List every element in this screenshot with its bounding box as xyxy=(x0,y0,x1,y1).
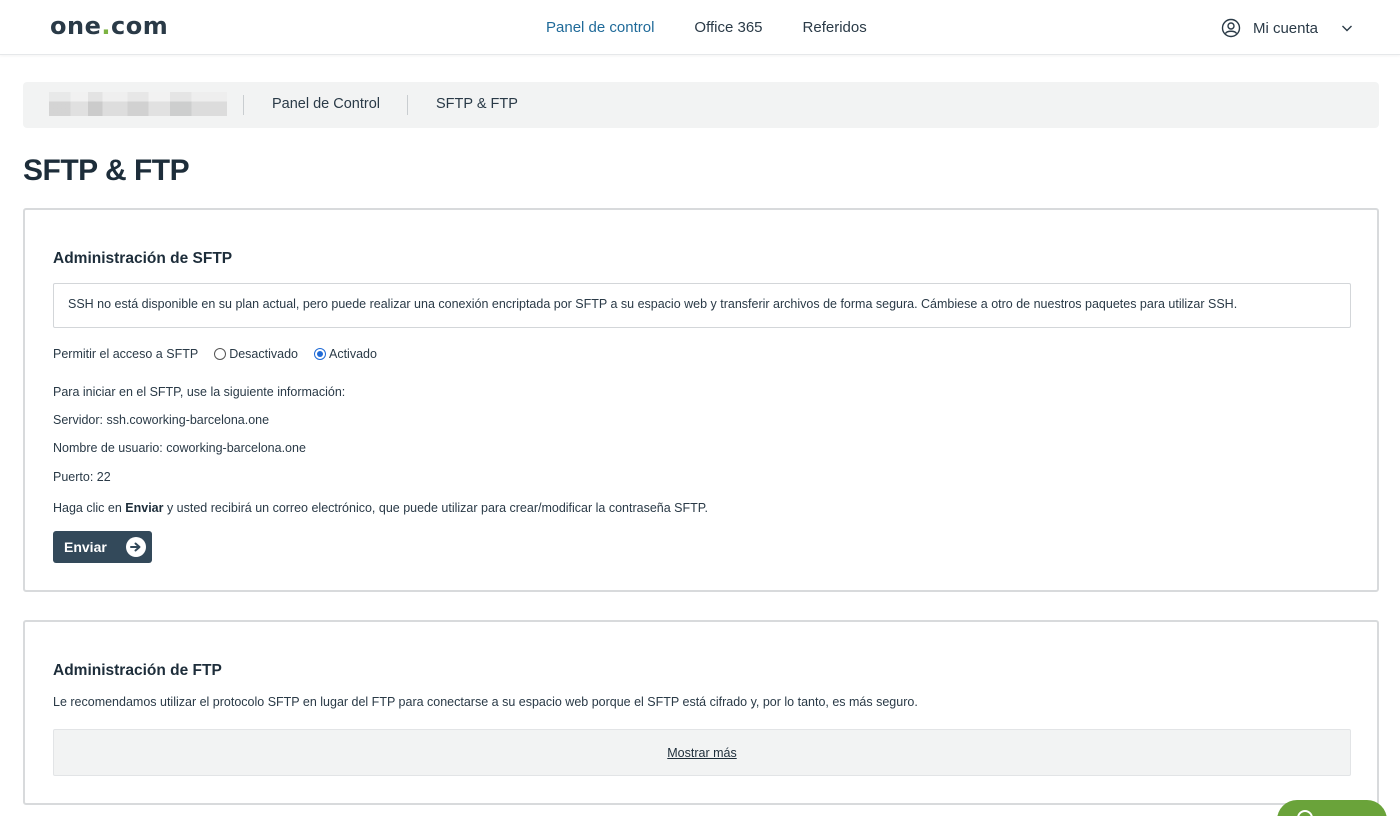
radio-enabled-circle[interactable] xyxy=(313,348,326,360)
breadcrumb-control-panel[interactable]: Panel de Control xyxy=(272,96,380,112)
sftp-access-label: Permitir el acceso a SFTP xyxy=(53,347,199,361)
radio-enabled-label: Activado xyxy=(328,347,377,361)
ftp-description: Le recomendamos utilizar el protocolo SF… xyxy=(53,695,918,709)
breadcrumb-sftp-ftp: SFTP & FTP xyxy=(436,96,518,112)
instruction-bold: Enviar xyxy=(125,501,164,515)
top-bar: one.com Panel de control Office 365 Refe… xyxy=(0,0,1400,55)
instruction-pre: Haga clic en xyxy=(53,501,126,515)
breadcrumb: Panel de Control SFTP & FTP xyxy=(23,82,1379,128)
account-menu[interactable]: Mi cuenta xyxy=(1221,18,1354,38)
chat-icon xyxy=(1297,810,1313,816)
instruction-post: y usted recibirá un correo electrónico, … xyxy=(163,501,708,515)
sftp-server: Servidor: ssh.coworking-barcelona.one xyxy=(53,413,270,427)
sftp-access-row: Permitir el acceso a SFTP Desactivado Ac… xyxy=(53,347,377,361)
send-button-label: Enviar xyxy=(64,539,107,555)
breadcrumb-separator xyxy=(407,95,408,115)
show-more-link[interactable]: Mostrar más xyxy=(667,746,736,760)
chat-widget-button[interactable] xyxy=(1277,800,1387,816)
user-circle-icon xyxy=(1221,18,1241,38)
radio-disabled-label: Desactivado xyxy=(229,347,298,361)
main-nav: Panel de control Office 365 Referidos xyxy=(546,19,867,36)
logo[interactable]: one.com xyxy=(50,12,168,40)
logo-main: one xyxy=(50,12,102,40)
sftp-intro: Para iniciar en el SFTP, use la siguient… xyxy=(53,385,346,399)
show-more-panel: Mostrar más xyxy=(53,729,1351,776)
logo-dot: . xyxy=(101,12,111,40)
ftp-card: Administración de FTP Le recomendamos ut… xyxy=(23,620,1379,805)
send-button[interactable]: Enviar xyxy=(53,531,152,563)
sftp-username: Nombre de usuario: coworking-barcelona.o… xyxy=(53,441,306,455)
sftp-card: Administración de SFTP SSH no está dispo… xyxy=(23,208,1379,592)
breadcrumb-separator xyxy=(243,95,244,115)
sftp-instruction: Haga clic en Enviar y usted recibirá un … xyxy=(53,501,708,515)
ftp-heading: Administración de FTP xyxy=(53,662,222,679)
account-label: Mi cuenta xyxy=(1252,19,1318,37)
sftp-port: Puerto: 22 xyxy=(53,470,111,484)
radio-disabled-circle[interactable] xyxy=(214,348,227,360)
radio-disabled[interactable]: Desactivado xyxy=(214,347,298,361)
logo-tld: com xyxy=(110,12,169,40)
arrow-right-icon xyxy=(126,537,146,557)
radio-enabled[interactable]: Activado xyxy=(313,347,377,361)
chevron-down-icon xyxy=(1342,25,1352,32)
redacted-domain[interactable] xyxy=(49,92,227,116)
page-title: SFTP & FTP xyxy=(23,154,190,187)
nav-item-control-panel[interactable]: Panel de control xyxy=(546,19,654,36)
ssh-notice: SSH no está disponible en su plan actual… xyxy=(53,283,1351,328)
nav-item-referrals[interactable]: Referidos xyxy=(803,19,867,36)
nav-item-office-365[interactable]: Office 365 xyxy=(694,19,762,36)
sftp-heading: Administración de SFTP xyxy=(53,250,233,267)
